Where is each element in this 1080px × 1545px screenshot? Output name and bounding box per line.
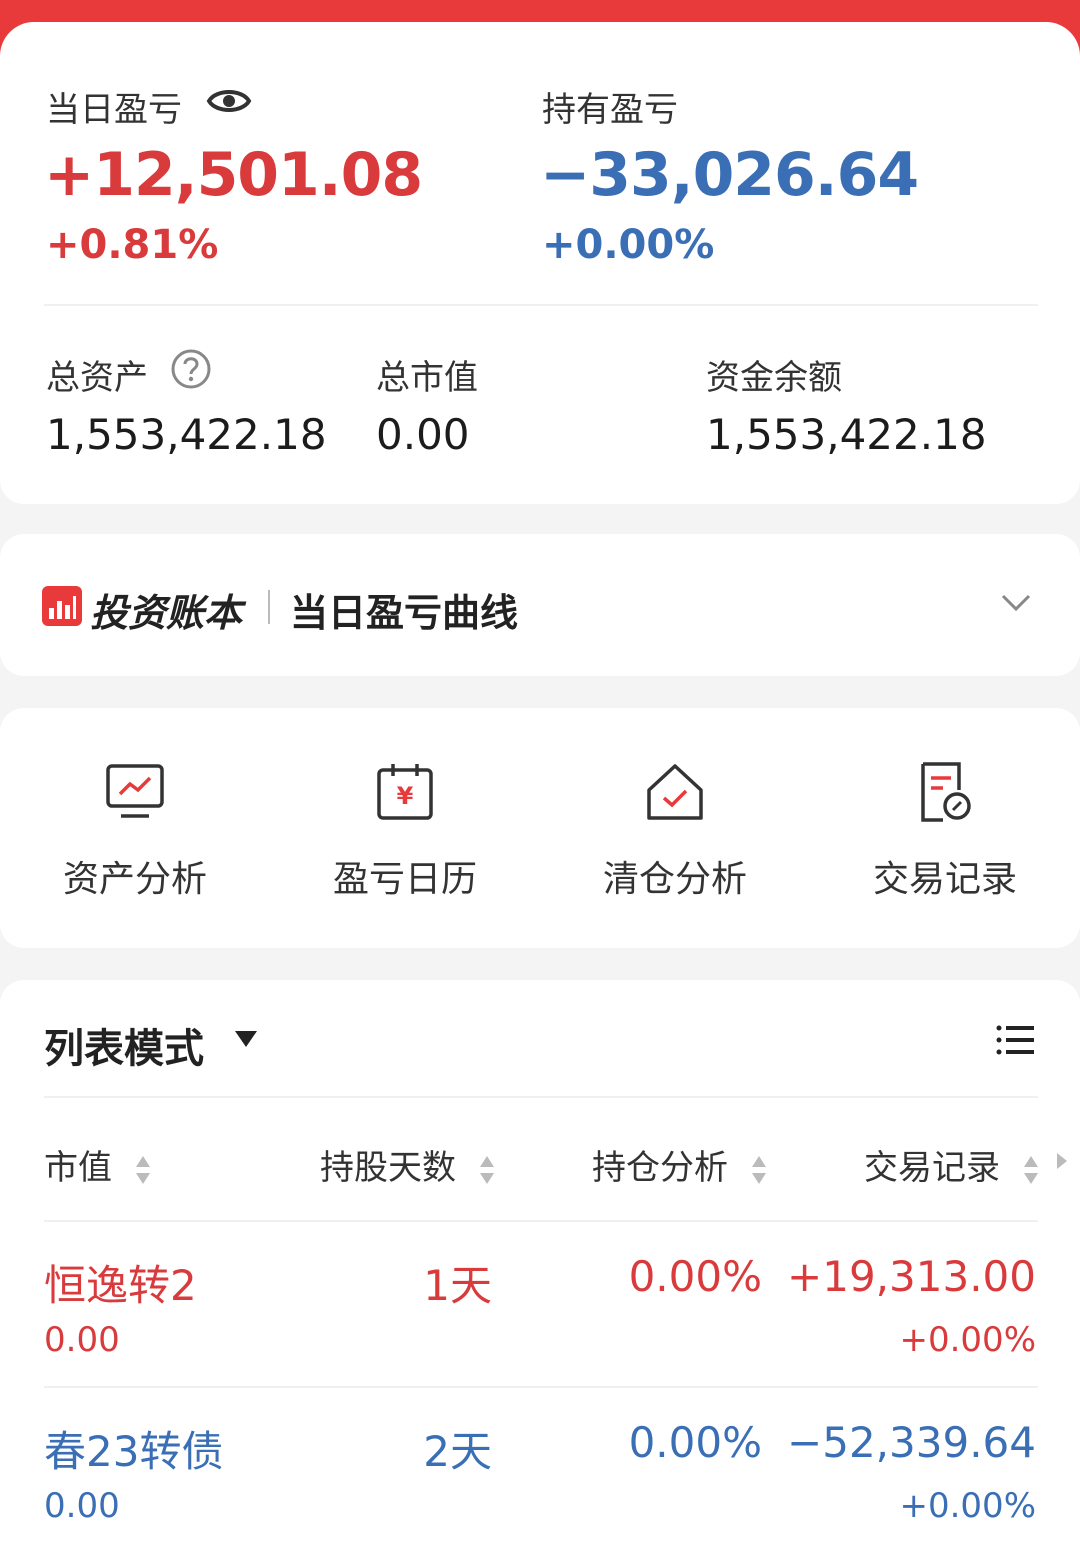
column-header-trade-records[interactable]: 交易记录	[864, 1140, 1039, 1189]
holdings-divider	[44, 1096, 1038, 1098]
document-clock-icon	[921, 762, 971, 822]
tools-grid: 资产分析 ¥ 盈亏日历 清仓分析 交易记录	[0, 708, 1080, 948]
cash-balance-label: 资金余额	[706, 358, 842, 398]
row-pnl-percent: +0.00%	[899, 1486, 1037, 1526]
tool-label: 盈亏日历	[332, 859, 477, 900]
row-pnl-value: +19,313.00	[787, 1252, 1036, 1301]
eye-icon[interactable]	[206, 84, 252, 118]
sort-icon	[479, 1155, 494, 1184]
market-value-value: 0.00	[376, 410, 470, 459]
row-stock-name: 春23转债	[44, 1427, 224, 1476]
list-mode-label[interactable]: 列表模式	[44, 1016, 204, 1074]
title-separator	[268, 590, 270, 624]
tool-label: 资产分析	[62, 859, 207, 900]
market-value-label: 总市值	[376, 358, 478, 398]
holding-pnl-value: −33,026.64	[540, 140, 919, 210]
total-assets-label: 总资产	[46, 358, 148, 398]
house-check-icon	[647, 764, 703, 820]
row-holding-days: 2天	[423, 1427, 492, 1476]
pnl-curve-title: 当日盈亏曲线	[290, 591, 519, 635]
tool-clearance-analysis[interactable]: 清仓分析	[540, 708, 810, 948]
row-pnl-percent: +0.00%	[899, 1320, 1037, 1360]
ledger-logo-icon	[42, 586, 82, 626]
tool-pnl-calendar[interactable]: ¥ 盈亏日历	[270, 708, 540, 948]
row-holding-days: 1天	[423, 1261, 492, 1310]
row-position-percent: 0.00%	[628, 1252, 762, 1301]
column-header-position-analysis[interactable]: 持仓分析	[592, 1140, 767, 1189]
summary-divider	[44, 304, 1038, 306]
daily-pnl-value: +12,501.08	[44, 140, 423, 210]
sort-icon	[1023, 1155, 1038, 1184]
daily-pnl-percent: +0.81%	[46, 222, 219, 268]
holding-pnl-label: 持有盈亏	[542, 90, 678, 130]
total-assets-value: 1,553,422.18	[46, 410, 327, 459]
account-summary-card: 当日盈亏 +12,501.08 +0.81% 持有盈亏 −33,026.64 +…	[0, 22, 1080, 504]
triangle-down-icon[interactable]	[234, 1030, 258, 1048]
daily-pnl-label: 当日盈亏	[46, 90, 182, 130]
cash-balance-value: 1,553,422.18	[706, 410, 987, 459]
tool-label: 清仓分析	[602, 859, 747, 900]
calendar-yuan-icon: ¥	[377, 764, 433, 820]
row-position-percent: 0.00%	[628, 1418, 762, 1467]
row-market-value: 0.00	[44, 1486, 120, 1526]
question-circle-icon[interactable]	[170, 348, 212, 390]
tool-asset-analysis[interactable]: 资产分析	[0, 708, 270, 948]
sort-icon	[135, 1155, 150, 1184]
row-stock-name: 恒逸转2	[44, 1261, 197, 1310]
sort-icon	[751, 1155, 766, 1184]
pnl-curve-entry[interactable]: 投资账本 当日盈亏曲线	[0, 534, 1080, 676]
chart-monitor-icon	[106, 764, 164, 818]
row-pnl-value: −52,339.64	[787, 1418, 1036, 1467]
list-menu-icon[interactable]	[996, 1022, 1036, 1058]
column-header-market-value[interactable]: 市值	[44, 1140, 151, 1189]
brand-name: 投资账本	[90, 591, 243, 635]
column-header-holding-days[interactable]: 持股天数	[320, 1140, 495, 1189]
row-market-value: 0.00	[44, 1320, 120, 1360]
tool-label: 交易记录	[872, 859, 1017, 900]
scroll-right-icon[interactable]	[1056, 1152, 1068, 1170]
chevron-down-icon[interactable]	[1000, 592, 1032, 614]
holding-pnl-percent: +0.00%	[542, 222, 715, 268]
svg-text:¥: ¥	[397, 782, 414, 810]
tool-trade-records[interactable]: 交易记录	[810, 708, 1080, 948]
